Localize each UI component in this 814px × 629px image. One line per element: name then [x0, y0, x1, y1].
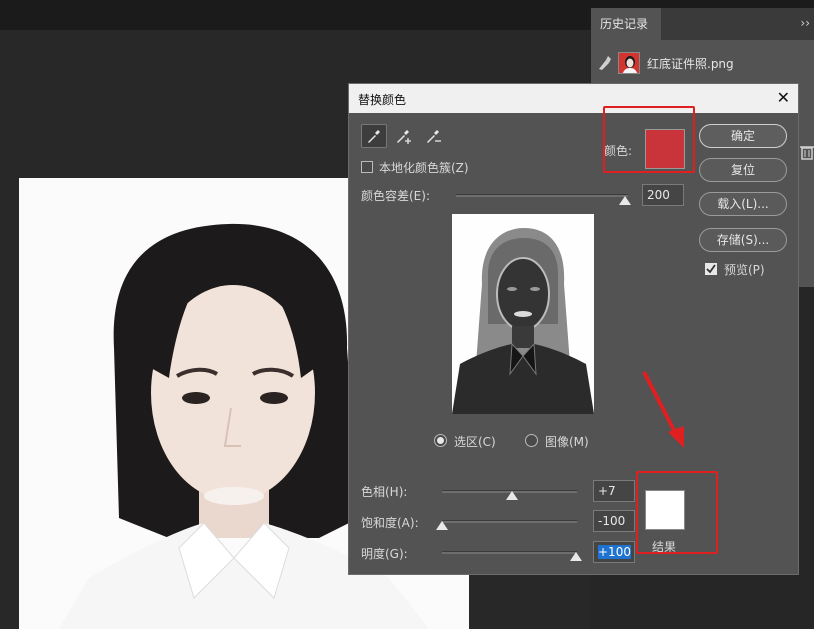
checkmark-icon [706, 264, 716, 274]
lightness-slider-track[interactable] [442, 551, 577, 554]
history-brush-icon[interactable] [597, 55, 611, 71]
tab-history[interactable]: 历史记录 [591, 8, 661, 40]
panel-collapse-icon[interactable]: ›› [800, 16, 810, 30]
fuzziness-label: 颜色容差(E): [361, 189, 430, 203]
eyedropper-subtract-tool-button[interactable] [421, 124, 447, 148]
fuzziness-input[interactable]: 200 [642, 184, 684, 206]
hue-input[interactable]: +7 [593, 480, 635, 502]
replace-color-dialog: 替换颜色 ✕ 本地化颜色簇(Z) 颜色: 颜色容差(E): 200 选区(C) … [348, 83, 799, 575]
saturation-slider-track[interactable] [442, 520, 577, 523]
annotation-arrow-icon [642, 371, 684, 448]
eyedropper-icon [368, 130, 380, 143]
reset-button[interactable]: 复位 [699, 158, 787, 182]
fuzziness-slider-track[interactable] [456, 194, 628, 197]
snapshot-thumbnail [618, 52, 640, 74]
fuzziness-slider-thumb[interactable] [619, 196, 631, 205]
annotation-box-result [636, 471, 718, 554]
save-button[interactable]: 存储(S)... [699, 228, 787, 252]
history-snapshot-row[interactable]: 红底证件照.png [591, 48, 814, 78]
saturation-label: 饱和度(A): [361, 516, 419, 530]
eyedropper-tool-button[interactable] [361, 124, 387, 148]
image-radio-label: 图像(M) [545, 435, 589, 449]
snapshot-name: 红底证件照.png [647, 57, 734, 71]
saturation-input[interactable]: -100 [593, 510, 635, 532]
localized-clusters-checkbox[interactable] [361, 161, 373, 173]
eyedropper-add-icon [397, 130, 411, 144]
trash-icon[interactable] [800, 144, 814, 160]
selection-radio-label: 选区(C) [454, 435, 496, 449]
preview-label: 预览(P) [724, 263, 765, 277]
dialog-title: 替换颜色 [358, 93, 407, 107]
selection-preview [452, 214, 594, 414]
lightness-input[interactable]: +100 [593, 541, 635, 563]
lightness-label: 明度(G): [361, 547, 408, 561]
saturation-slider-thumb[interactable] [436, 521, 448, 530]
preview-checkbox[interactable] [705, 263, 717, 275]
annotation-box-color [603, 106, 695, 173]
ok-button[interactable]: 确定 [699, 124, 787, 148]
close-icon[interactable]: ✕ [777, 88, 790, 107]
eyedropper-add-tool-button[interactable] [391, 124, 417, 148]
load-button[interactable]: 载入(L)... [699, 192, 787, 216]
localized-clusters-label: 本地化颜色簇(Z) [379, 161, 469, 175]
hue-slider-thumb[interactable] [506, 491, 518, 500]
lightness-value: +100 [598, 545, 631, 559]
image-radio[interactable] [525, 434, 538, 447]
fuzziness-value: 200 [647, 188, 670, 202]
lightness-slider-thumb[interactable] [570, 552, 582, 561]
history-tab-bar: 历史记录 ›› [591, 8, 814, 40]
selection-radio[interactable] [434, 434, 447, 447]
saturation-value: -100 [598, 514, 626, 528]
hue-value: +7 [598, 484, 616, 498]
hue-label: 色相(H): [361, 485, 408, 499]
dialog-title-bar: 替换颜色 ✕ [349, 84, 798, 113]
eyedropper-subtract-icon [427, 130, 441, 143]
